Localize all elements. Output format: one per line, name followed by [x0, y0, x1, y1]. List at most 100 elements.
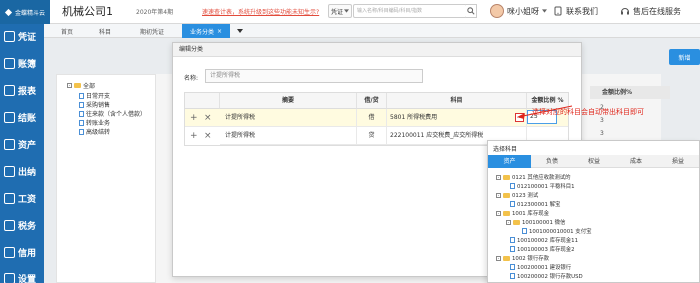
tree-node-advanced-carryover[interactable]: 高级结转	[79, 127, 110, 136]
sidebar-item-salary[interactable]: 工资	[0, 186, 44, 211]
sidebar-item-label: 出纳	[18, 168, 37, 178]
name-input[interactable]: 计提所得税	[205, 69, 423, 83]
sidebar-item-tax[interactable]: 税务	[0, 213, 44, 238]
subject-node-label: 012100001 平稳科目1	[517, 184, 575, 190]
collapse-icon[interactable]: -	[496, 255, 501, 261]
collapse-icon[interactable]: -	[496, 210, 501, 216]
tab-accounts[interactable]: 科目	[90, 24, 120, 38]
subject-node[interactable]: - 1001 库存现金	[496, 209, 549, 217]
subject-node-label: 1002 银行存款	[512, 256, 549, 262]
logo[interactable]: 金蝶精斗云	[0, 0, 50, 24]
sidebar-item-ledger[interactable]: 账簿	[0, 51, 44, 76]
direction-cell[interactable]: 贷	[357, 127, 387, 145]
voucher-icon	[4, 31, 15, 42]
sidebar-item-label: 报表	[18, 87, 37, 97]
notice-link[interactable]: 速速查计表，系统升级到这些功能未知生示?	[202, 7, 319, 16]
tab-home[interactable]: 首页	[52, 24, 82, 38]
tree-node-daily-expense[interactable]: 日常开支	[79, 91, 110, 100]
company-name[interactable]: 机械公司1	[62, 3, 113, 19]
subject-column-header: 科目	[387, 93, 527, 109]
sidebar-item-voucher[interactable]: 凭证	[0, 24, 44, 49]
add-row-icon[interactable]: +	[190, 109, 198, 127]
document-icon	[510, 201, 515, 207]
asset-icon	[4, 139, 15, 150]
name-label: 名称:	[184, 75, 199, 82]
tree-node-receivables[interactable]: 往来款（含个人借款）	[79, 109, 146, 118]
subject-node[interactable]: 100100003 库存现金2	[510, 245, 575, 253]
tab-business-category[interactable]: 业务分类 ×	[182, 24, 230, 38]
sidebar-item-settings[interactable]: 设置	[0, 266, 44, 283]
subject-node[interactable]: - 1002 银行存款	[496, 254, 549, 262]
collapse-icon[interactable]: -	[67, 83, 72, 88]
logo-text: 金蝶精斗云	[15, 9, 46, 17]
picker-tab-profit-loss[interactable]: 损益	[657, 155, 699, 168]
document-icon	[79, 128, 84, 135]
direction-cell[interactable]: 借	[357, 109, 387, 127]
sidebar: 凭证 账簿 报表 结账 资产 出纳 工资 税务 信用 设置	[0, 24, 44, 283]
picker-tab-assets[interactable]: 资产	[488, 155, 531, 168]
summary-cell[interactable]: 计提所得税	[220, 127, 357, 145]
subject-node[interactable]: - 0121 其他应收款测试的	[496, 173, 571, 181]
contact-us-link[interactable]: 联系我们	[553, 3, 598, 19]
subject-picker-button[interactable]: …	[515, 113, 524, 122]
entry-table: 摘要 借/贷 科目 金额比例 % + × 计提所得税 借 5801 所得税费用 …	[184, 92, 569, 146]
global-search-input[interactable]: 输入名称/科目编码/科目/指数	[353, 4, 467, 18]
search-button[interactable]	[466, 4, 477, 18]
collapse-icon[interactable]: -	[496, 192, 501, 198]
picker-tab-cost[interactable]: 成本	[615, 155, 657, 168]
add-row-icon[interactable]: +	[190, 127, 198, 145]
picker-tabs: 资产 负债 权益 成本 损益	[488, 155, 699, 168]
voucher-type-select[interactable]: 凭证	[328, 4, 352, 18]
picker-title: 选择科目	[493, 146, 518, 153]
subject-node[interactable]: 1001000010001 支付宝	[522, 227, 591, 235]
picker-tab-equity[interactable]: 权益	[573, 155, 615, 168]
cashier-icon	[4, 166, 15, 177]
subject-cell[interactable]: 5801 所得税费用	[387, 109, 527, 127]
summary-cell[interactable]: 计提所得税	[220, 109, 357, 127]
tab-opening-vouchers[interactable]: 期初凭证	[132, 24, 172, 38]
sidebar-item-credit[interactable]: 信用	[0, 240, 44, 265]
tree-node-purchase-sales[interactable]: 采购销售	[79, 100, 110, 109]
salary-icon	[4, 193, 15, 204]
subject-node[interactable]: 100200001 建设银行	[510, 263, 571, 271]
sidebar-item-closing[interactable]: 结账	[0, 105, 44, 130]
subject-node-label: 1001000010001 支付宝	[529, 229, 592, 235]
sidebar-item-asset[interactable]: 资产	[0, 132, 44, 157]
sidebar-item-report[interactable]: 报表	[0, 78, 44, 103]
subject-node[interactable]: 100200002 银行存款USD	[510, 272, 583, 280]
tab-more-button[interactable]	[234, 24, 246, 38]
subject-node[interactable]: - 0123 测试	[496, 191, 538, 199]
subject-node-label: 100100003 库存现金2	[517, 247, 575, 253]
subject-node[interactable]: 100100002 库存现金11	[510, 236, 578, 244]
new-category-button[interactable]: 新增	[669, 49, 700, 65]
sidebar-item-label: 工资	[18, 195, 37, 205]
avatar	[490, 4, 504, 18]
sidebar-item-label: 结账	[18, 114, 37, 124]
collapse-icon[interactable]: -	[496, 174, 501, 180]
annotation-note: 选择对应的科目会自动带出科目即可	[532, 108, 644, 116]
tree-node-all[interactable]: - 全部	[67, 81, 95, 90]
subject-picker-popup: 选择科目 资产 负债 权益 成本 损益 - 0121 其他应收款测试的 01210…	[487, 140, 700, 283]
tree-node-transfer[interactable]: 转账业务	[79, 118, 110, 127]
after-sales-service-link[interactable]: 售后在线服务	[620, 3, 681, 19]
user-menu[interactable]: 咪小姐呀	[490, 3, 547, 19]
subject-node[interactable]: 012300001 解宝	[510, 200, 560, 208]
delete-row-icon[interactable]: ×	[204, 127, 212, 145]
subject-node[interactable]: 012100001 平稳科目1	[510, 182, 575, 190]
accounting-period[interactable]: 2020年第4期	[136, 7, 173, 16]
logo-icon	[4, 8, 13, 16]
tree-node-label: 全部	[83, 83, 96, 90]
close-icon[interactable]: ×	[217, 28, 222, 35]
dialog-title: 编辑分类	[173, 43, 581, 57]
picker-tab-liabilities[interactable]: 负债	[531, 155, 573, 168]
headset-icon	[621, 8, 629, 15]
search-icon	[467, 7, 475, 15]
subject-node[interactable]: - 100100001 微信	[506, 218, 565, 226]
sidebar-item-cashier[interactable]: 出纳	[0, 159, 44, 184]
top-bar: 金蝶精斗云 机械公司1 2020年第4期 速速查计表，系统升级到这些功能未知生示…	[0, 0, 700, 24]
delete-row-icon[interactable]: ×	[204, 109, 212, 127]
chevron-down-icon	[344, 9, 349, 13]
document-icon	[79, 92, 84, 99]
document-icon	[510, 264, 515, 270]
collapse-icon[interactable]: -	[506, 219, 511, 225]
